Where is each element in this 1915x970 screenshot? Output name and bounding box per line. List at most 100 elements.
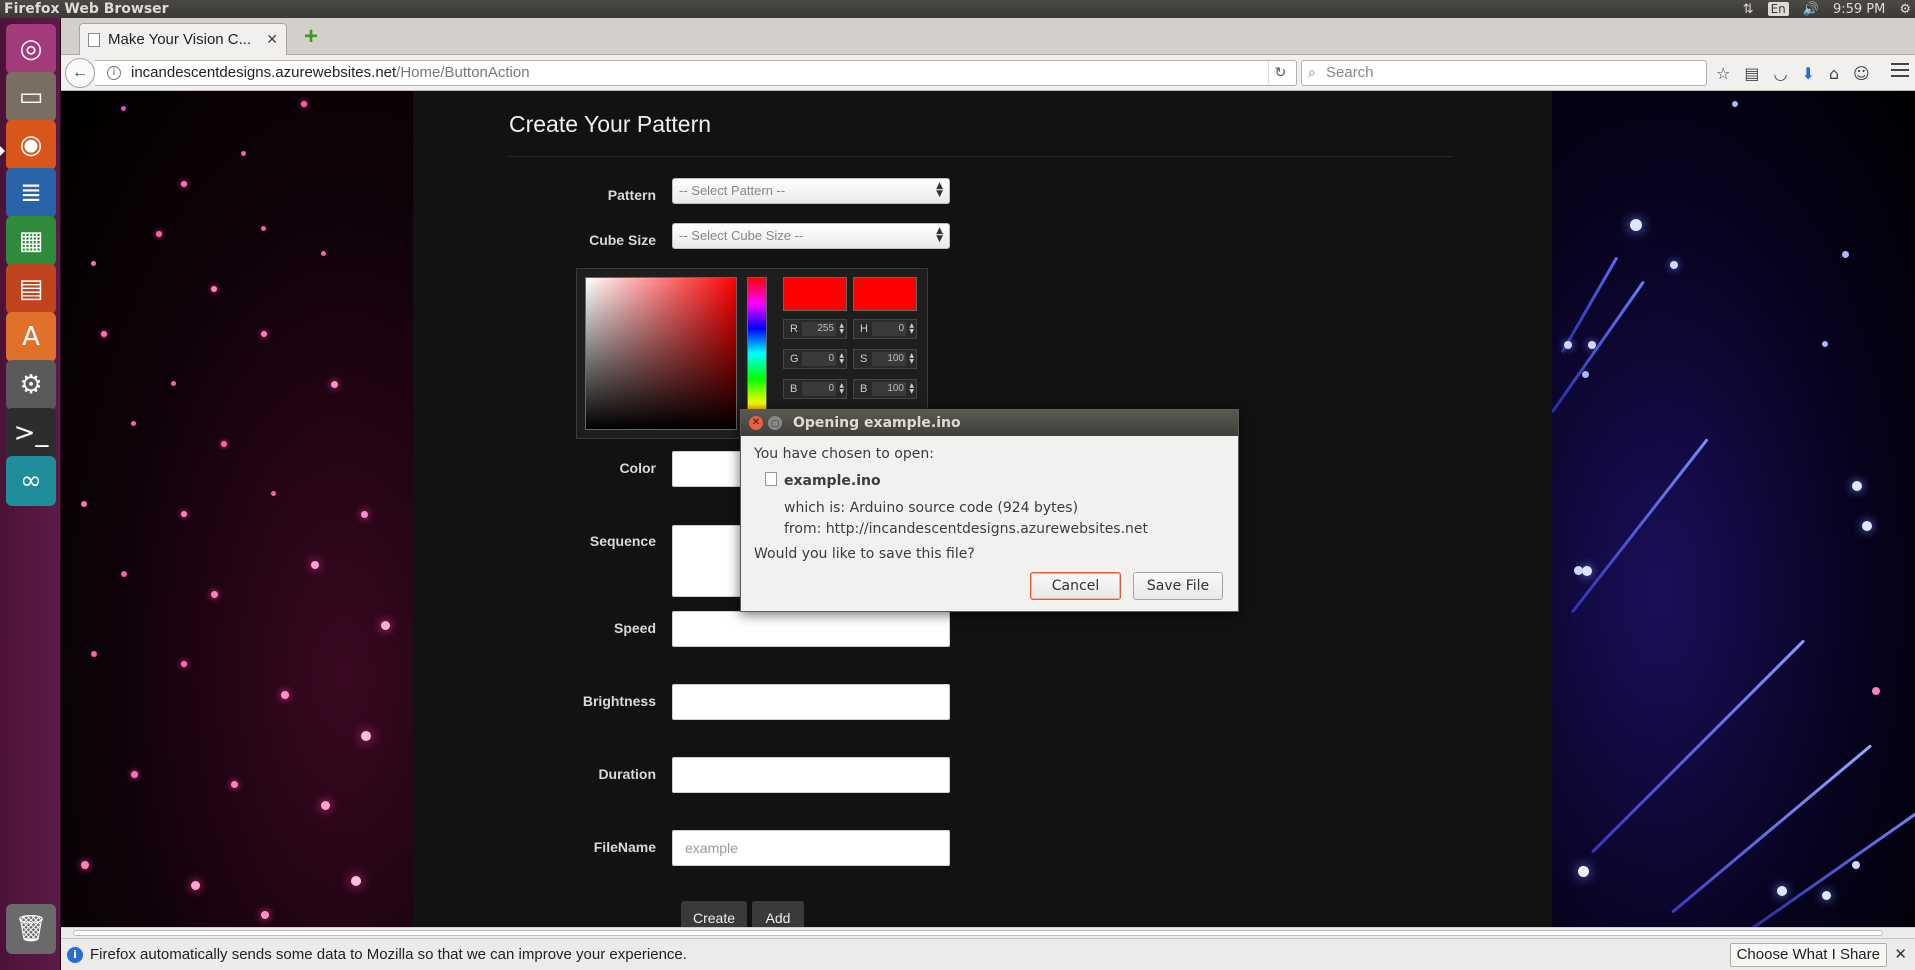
close-notification-icon[interactable]: ✕ bbox=[1894, 945, 1907, 963]
clock[interactable]: 9:59 PM bbox=[1833, 2, 1885, 17]
brightness-field[interactable]: B 100 ▲ ▼ bbox=[853, 379, 917, 399]
add-button[interactable]: Add bbox=[752, 901, 804, 927]
running-indicator bbox=[0, 146, 5, 156]
b-field[interactable]: B 0 ▲ ▼ bbox=[783, 379, 847, 399]
brightness-field-label: B bbox=[860, 383, 868, 395]
dialog-file-type: which is: Arduino source code (924 bytes… bbox=[784, 500, 1079, 516]
spinner-arrows-icon[interactable]: ▲ ▼ bbox=[909, 323, 914, 335]
filename-label: FileName bbox=[593, 839, 656, 855]
system-top-panel: Firefox Web Browser ⇅ En 🔊 9:59 PM ⚙ bbox=[0, 0, 1915, 18]
reload-icon[interactable]: ↻ bbox=[1268, 61, 1292, 85]
title-divider bbox=[509, 156, 1452, 157]
downloads-icon[interactable]: ⬇ bbox=[1801, 64, 1814, 83]
keyboard-layout-indicator[interactable]: En bbox=[1767, 2, 1789, 16]
hue-slider[interactable] bbox=[747, 277, 767, 430]
save-file-button[interactable]: Save File bbox=[1133, 572, 1223, 600]
files-icon[interactable]: ▭ bbox=[6, 72, 56, 122]
g-field-label: G bbox=[790, 353, 799, 365]
site-info-icon[interactable]: i bbox=[107, 66, 121, 80]
browser-tab[interactable]: Make Your Vision C... ✕ bbox=[79, 23, 287, 55]
h-field[interactable]: H 0 ▲ ▼ bbox=[853, 319, 917, 339]
filename-input[interactable]: example bbox=[672, 830, 950, 866]
dialog-maximize-icon[interactable]: ▢ bbox=[768, 416, 782, 430]
network-icon[interactable]: ⇅ bbox=[1743, 2, 1754, 17]
cancel-button[interactable]: Cancel bbox=[1030, 572, 1121, 600]
h-field-value[interactable]: 0 bbox=[872, 322, 906, 336]
back-arrow-icon[interactable]: ← bbox=[65, 58, 95, 88]
pattern-label: Pattern bbox=[607, 187, 656, 203]
arduino-icon[interactable]: ∞ bbox=[6, 456, 56, 506]
page-title: Create Your Pattern bbox=[509, 111, 712, 137]
system-settings-icon[interactable]: ⚙ bbox=[1899, 2, 1911, 17]
search-bar[interactable]: ⌕ Search bbox=[1301, 60, 1707, 86]
spinner-arrows-icon[interactable]: ▲ ▼ bbox=[839, 323, 844, 335]
create-button[interactable]: Create bbox=[681, 901, 747, 927]
url-bar[interactable]: i incandescentdesigns.azurewebsites.net/… bbox=[95, 60, 1297, 86]
spinner-arrows-icon[interactable]: ▲ ▼ bbox=[839, 353, 844, 365]
dialog-filename: example.ino bbox=[784, 473, 881, 489]
dialog-close-icon[interactable]: ✕ bbox=[749, 416, 763, 430]
notification-bar: i Firefox automatically sends some data … bbox=[61, 938, 1915, 970]
s-field[interactable]: S 100 ▲ ▼ bbox=[853, 349, 917, 369]
spinner-arrows-icon[interactable]: ▲ ▼ bbox=[909, 353, 914, 365]
duration-label: Duration bbox=[598, 766, 656, 782]
select-arrows-icon: ▲ ▼ bbox=[936, 226, 943, 244]
home-icon[interactable]: ⌂ bbox=[1829, 64, 1839, 83]
dialog-title: Opening example.ino bbox=[793, 415, 961, 431]
browser-nav-bar: ← i incandescentdesigns.azurewebsites.ne… bbox=[61, 55, 1915, 91]
page-favicon-icon bbox=[88, 32, 100, 47]
libreoffice-calc-icon[interactable]: ▦ bbox=[6, 216, 56, 266]
r-field-value[interactable]: 255 bbox=[802, 322, 836, 336]
libreoffice-writer-icon[interactable]: ≣ bbox=[6, 168, 56, 218]
search-placeholder: Search bbox=[1326, 64, 1374, 81]
speed-input[interactable] bbox=[672, 611, 950, 647]
spinner-arrows-icon[interactable]: ▲ ▼ bbox=[839, 383, 844, 395]
g-field[interactable]: G 0 ▲ ▼ bbox=[783, 349, 847, 369]
dialog-intro: You have chosen to open: bbox=[754, 446, 934, 462]
hamburger-menu-icon[interactable] bbox=[1891, 63, 1909, 77]
firefox-icon[interactable]: ◉ bbox=[6, 120, 56, 170]
s-field-value[interactable]: 100 bbox=[872, 352, 906, 366]
bookmark-star-icon[interactable]: ☆ bbox=[1716, 64, 1730, 83]
software-center-icon[interactable]: A bbox=[6, 312, 56, 362]
hello-chat-icon[interactable]: ☺ bbox=[1853, 64, 1870, 83]
g-field-value[interactable]: 0 bbox=[802, 352, 836, 366]
horizontal-scrollbar[interactable] bbox=[61, 927, 1915, 938]
info-icon: i bbox=[67, 947, 83, 963]
pocket-icon[interactable]: ◡ bbox=[1773, 64, 1787, 83]
duration-input[interactable] bbox=[672, 757, 950, 793]
bookmarks-menu-icon[interactable]: ▤ bbox=[1744, 64, 1759, 83]
new-tab-plus-icon[interactable]: + bbox=[297, 23, 325, 51]
cube-size-select[interactable]: -- Select Cube Size -- ▲ ▼ bbox=[672, 223, 950, 249]
saturation-brightness-area[interactable] bbox=[585, 277, 737, 430]
libreoffice-impress-icon[interactable]: ▤ bbox=[6, 264, 56, 314]
file-open-dialog: Opening example.ino ✕ ▢ You have chosen … bbox=[740, 409, 1239, 612]
r-field[interactable]: R 255 ▲ ▼ bbox=[783, 319, 847, 339]
b-field-value[interactable]: 0 bbox=[802, 382, 836, 396]
pattern-select-value: -- Select Pattern -- bbox=[679, 183, 786, 198]
terminal-icon[interactable]: >_ bbox=[6, 408, 56, 458]
new-color-swatch bbox=[783, 277, 847, 311]
volume-icon[interactable]: 🔊 bbox=[1803, 2, 1819, 17]
pattern-select[interactable]: -- Select Pattern -- ▲ ▼ bbox=[672, 178, 950, 204]
system-settings-launcher-icon[interactable]: ⚙ bbox=[6, 360, 56, 410]
system-tray: ⇅ En 🔊 9:59 PM ⚙ bbox=[1743, 0, 1911, 18]
scrollbar-thumb[interactable] bbox=[73, 930, 1883, 936]
choose-what-i-share-button[interactable]: Choose What I Share bbox=[1729, 943, 1887, 967]
cube-size-select-value: -- Select Cube Size -- bbox=[679, 228, 804, 243]
tab-close-icon[interactable]: ✕ bbox=[266, 31, 278, 48]
brightness-input[interactable] bbox=[672, 684, 950, 720]
current-color-swatch[interactable] bbox=[853, 277, 917, 311]
notification-message: Firefox automatically sends some data to… bbox=[90, 946, 687, 963]
sequence-label: Sequence bbox=[589, 533, 656, 549]
brightness-field-value[interactable]: 100 bbox=[872, 382, 906, 396]
unity-launcher: ◎ ▭ ◉ ≣ ▦ ▤ A ⚙ >_ ∞ 🗑 bbox=[0, 18, 61, 970]
trash-icon[interactable]: 🗑 bbox=[6, 904, 56, 954]
speed-label: Speed bbox=[613, 620, 656, 636]
ubuntu-dash-icon[interactable]: ◎ bbox=[6, 24, 56, 74]
url-path: /Home/ButtonAction bbox=[396, 64, 530, 81]
background-image-right bbox=[1552, 91, 1915, 927]
spinner-arrows-icon[interactable]: ▲ ▼ bbox=[909, 383, 914, 395]
dialog-file-source: from: http://incandescentdesigns.azurewe… bbox=[784, 521, 1149, 537]
dialog-titlebar[interactable]: Opening example.ino bbox=[741, 410, 1238, 436]
